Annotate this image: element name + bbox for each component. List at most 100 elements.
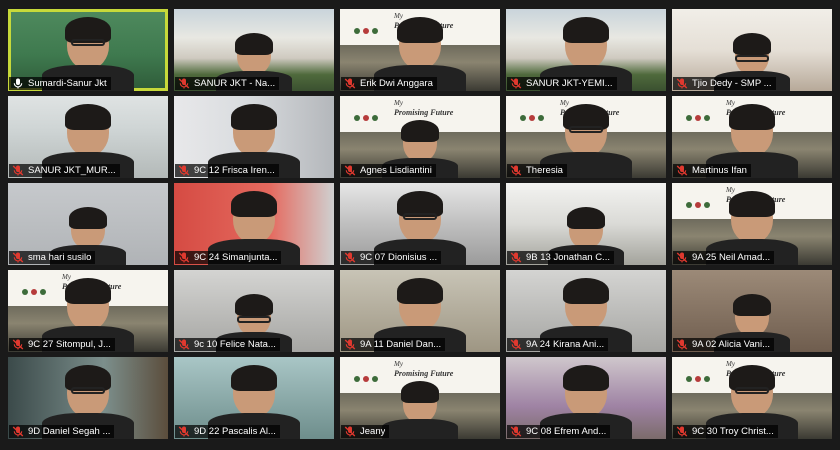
participant-name: 9C 12 Frisca Iren... (194, 165, 275, 176)
participant-video-tile[interactable]: MyPromising Future9C 27 Sitompul, J... (8, 270, 168, 352)
participant-video-tile[interactable]: 9C 08 Efrem And... (506, 357, 666, 439)
participant-name: 9C 30 Troy Christ... (692, 426, 774, 437)
participant-name: Theresia (526, 165, 563, 176)
mic-muted-icon (344, 339, 356, 350)
participant-name: SANUR JKT-YEMI... (526, 78, 613, 89)
video-gallery-grid: Sumardi-Sanur JktSANUR JKT - Na...MyProm… (8, 9, 832, 443)
participant-video-tile[interactable]: SANUR JKT_MUR... (8, 96, 168, 178)
participant-name-label: 9c 10 Felice Nata... (175, 338, 280, 351)
participant-video-tile[interactable]: 9C 07 Dionisius ... (340, 183, 500, 265)
participant-name-label: 9C 24 Simanjunta... (175, 251, 282, 264)
participant-name: SANUR JKT - Na... (194, 78, 276, 89)
participant-name-label: 9C 12 Frisca Iren... (175, 164, 279, 177)
participant-video-tile[interactable]: 9C 12 Frisca Iren... (174, 96, 334, 178)
participant-name: 9C 24 Simanjunta... (194, 252, 278, 263)
participant-video-tile[interactable]: MyPromising FutureMartinus Ifan (672, 96, 832, 178)
participant-name-label: 9C 07 Dionisius ... (341, 251, 442, 264)
mic-muted-icon (12, 339, 24, 350)
participant-video-tile[interactable]: MyPromising FutureErik Dwi Anggara (340, 9, 500, 91)
participant-video-tile[interactable]: 9D Daniel Segah ... (8, 357, 168, 439)
slide-title-line2: Promising Future (394, 369, 454, 378)
mic-muted-icon (178, 165, 190, 176)
mic-muted-icon (178, 252, 190, 263)
participant-name-label: Sumardi-Sanur Jkt (9, 77, 111, 90)
participant-name-label: 9C 30 Troy Christ... (673, 425, 778, 438)
participant-video-tile[interactable]: sma hari susilo (8, 183, 168, 265)
participant-name: 9A 02 Alicia Vani... (692, 339, 770, 350)
participant-name: 9A 11 Daniel Dan... (360, 339, 442, 350)
participant-name: Erik Dwi Anggara (360, 78, 433, 89)
participant-name-label: 9B 13 Jonathan C... (507, 251, 614, 264)
participant-video-tile[interactable]: My Promising Future Jeany (340, 357, 500, 439)
participant-name-label: Erik Dwi Anggara (341, 77, 437, 90)
mic-muted-icon (178, 426, 190, 437)
participant-name: 9B 13 Jonathan C... (526, 252, 610, 263)
participant-name-label: Martinus Ifan (673, 164, 751, 177)
participant-video-tile[interactable]: SANUR JKT-YEMI... (506, 9, 666, 91)
mic-muted-icon (676, 339, 688, 350)
mic-muted-icon (178, 339, 190, 350)
slide-title-line2: Promising Future (394, 108, 454, 117)
participant-name: 9C 08 Efrem And... (526, 426, 607, 437)
participant-video-tile[interactable]: 9A 02 Alicia Vani... (672, 270, 832, 352)
participant-video-tile[interactable]: MyPromising FutureTheresia (506, 96, 666, 178)
participant-name-label: 9A 24 Kirana Ani... (507, 338, 609, 351)
participant-name-label: 9A 02 Alicia Vani... (673, 338, 774, 351)
participant-name-label: 9C 27 Sitompul, J... (9, 338, 115, 351)
mic-muted-icon (510, 78, 522, 89)
mic-muted-icon (344, 426, 356, 437)
participant-name-label: 9D 22 Pascalis Al... (175, 425, 280, 438)
mic-muted-icon (344, 165, 356, 176)
participant-name-label: sma hari susilo (9, 251, 96, 264)
mic-on-icon (12, 78, 24, 89)
slide-title-line1: My (394, 99, 403, 107)
participant-name-label: Tjio Dedy - SMP ... (673, 77, 776, 90)
participant-name-label: SANUR JKT - Na... (175, 77, 280, 90)
mic-muted-icon (12, 426, 24, 437)
participant-video-tile[interactable]: MyPromising Future9C 30 Troy Christ... (672, 357, 832, 439)
mic-muted-icon (510, 426, 522, 437)
mic-muted-icon (510, 165, 522, 176)
participant-video-tile[interactable]: 9B 13 Jonathan C... (506, 183, 666, 265)
mic-muted-icon (178, 78, 190, 89)
participant-video-tile[interactable]: Sumardi-Sanur Jkt (8, 9, 168, 91)
participant-name: Martinus Ifan (692, 165, 747, 176)
mic-muted-icon (344, 78, 356, 89)
participant-name: 9D Daniel Segah ... (28, 426, 111, 437)
participant-name-label: Jeany (341, 425, 390, 438)
participant-video-tile[interactable]: 9A 11 Daniel Dan... (340, 270, 500, 352)
participant-video-tile[interactable]: 9c 10 Felice Nata... (174, 270, 334, 352)
participant-name: Tjio Dedy - SMP ... (692, 78, 772, 89)
participant-name-label: 9A 25 Neil Amad... (673, 251, 775, 264)
participant-name-label: 9A 11 Daniel Dan... (341, 338, 446, 351)
mic-muted-icon (12, 252, 24, 263)
mic-muted-icon (676, 78, 688, 89)
participant-video-tile[interactable]: Tjio Dedy - SMP ... (672, 9, 832, 91)
participant-video-tile[interactable]: My Promising Future Agnes Lisdiantini (340, 96, 500, 178)
participant-name-label: 9D Daniel Segah ... (9, 425, 115, 438)
participant-name: 9c 10 Felice Nata... (194, 339, 276, 350)
participant-name: Sumardi-Sanur Jkt (28, 78, 107, 89)
mic-muted-icon (510, 252, 522, 263)
participant-name: Jeany (360, 426, 386, 437)
participant-name: 9C 07 Dionisius ... (360, 252, 438, 263)
mic-muted-icon (510, 339, 522, 350)
participant-name-label: 9C 08 Efrem And... (507, 425, 611, 438)
participant-name: sma hari susilo (28, 252, 92, 263)
participant-name-label: Theresia (507, 164, 567, 177)
slide-title-line1: My (394, 360, 403, 368)
participant-name-label: Agnes Lisdiantini (341, 164, 436, 177)
mic-muted-icon (344, 252, 356, 263)
participant-video-tile[interactable]: 9D 22 Pascalis Al... (174, 357, 334, 439)
participant-video-tile[interactable]: 9C 24 Simanjunta... (174, 183, 334, 265)
participant-video-tile[interactable]: 9A 24 Kirana Ani... (506, 270, 666, 352)
participant-name: 9D 22 Pascalis Al... (194, 426, 276, 437)
school-logos-icon (354, 108, 384, 121)
participant-video-tile[interactable]: MyPromising Future9A 25 Neil Amad... (672, 183, 832, 265)
participant-name: 9A 25 Neil Amad... (692, 252, 771, 263)
participant-avatar (382, 381, 458, 439)
participant-video-tile[interactable]: SANUR JKT - Na... (174, 9, 334, 91)
mic-muted-icon (676, 426, 688, 437)
mic-muted-icon (12, 165, 24, 176)
participant-name: Agnes Lisdiantini (360, 165, 432, 176)
